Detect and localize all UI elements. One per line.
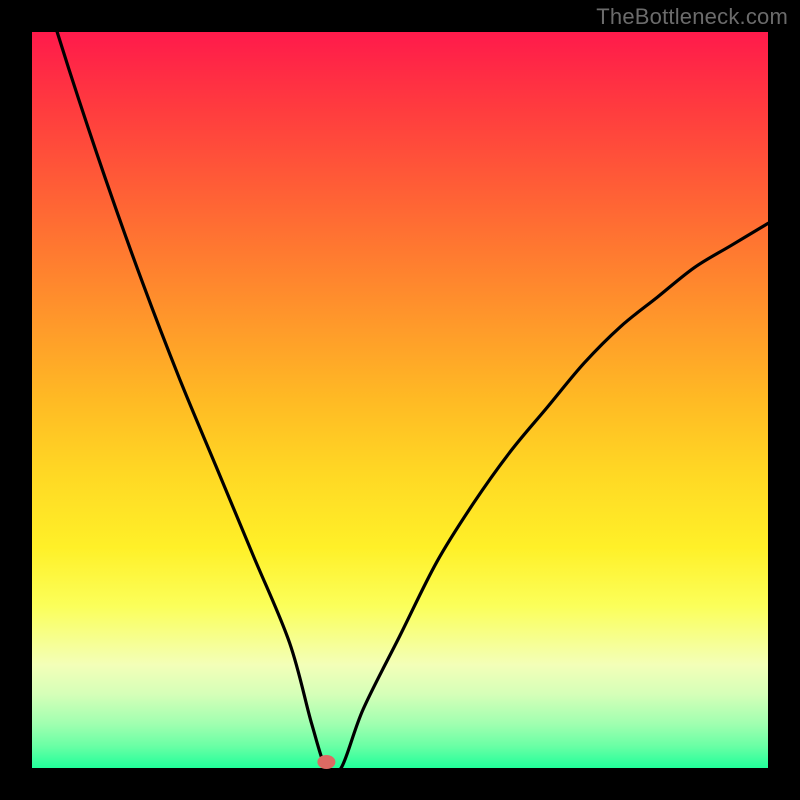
chart-frame: TheBottleneck.com	[0, 0, 800, 800]
bottleneck-curve	[32, 0, 768, 774]
chart-overlay	[32, 32, 768, 768]
watermark-text: TheBottleneck.com	[596, 4, 788, 30]
bottleneck-marker	[317, 755, 335, 769]
